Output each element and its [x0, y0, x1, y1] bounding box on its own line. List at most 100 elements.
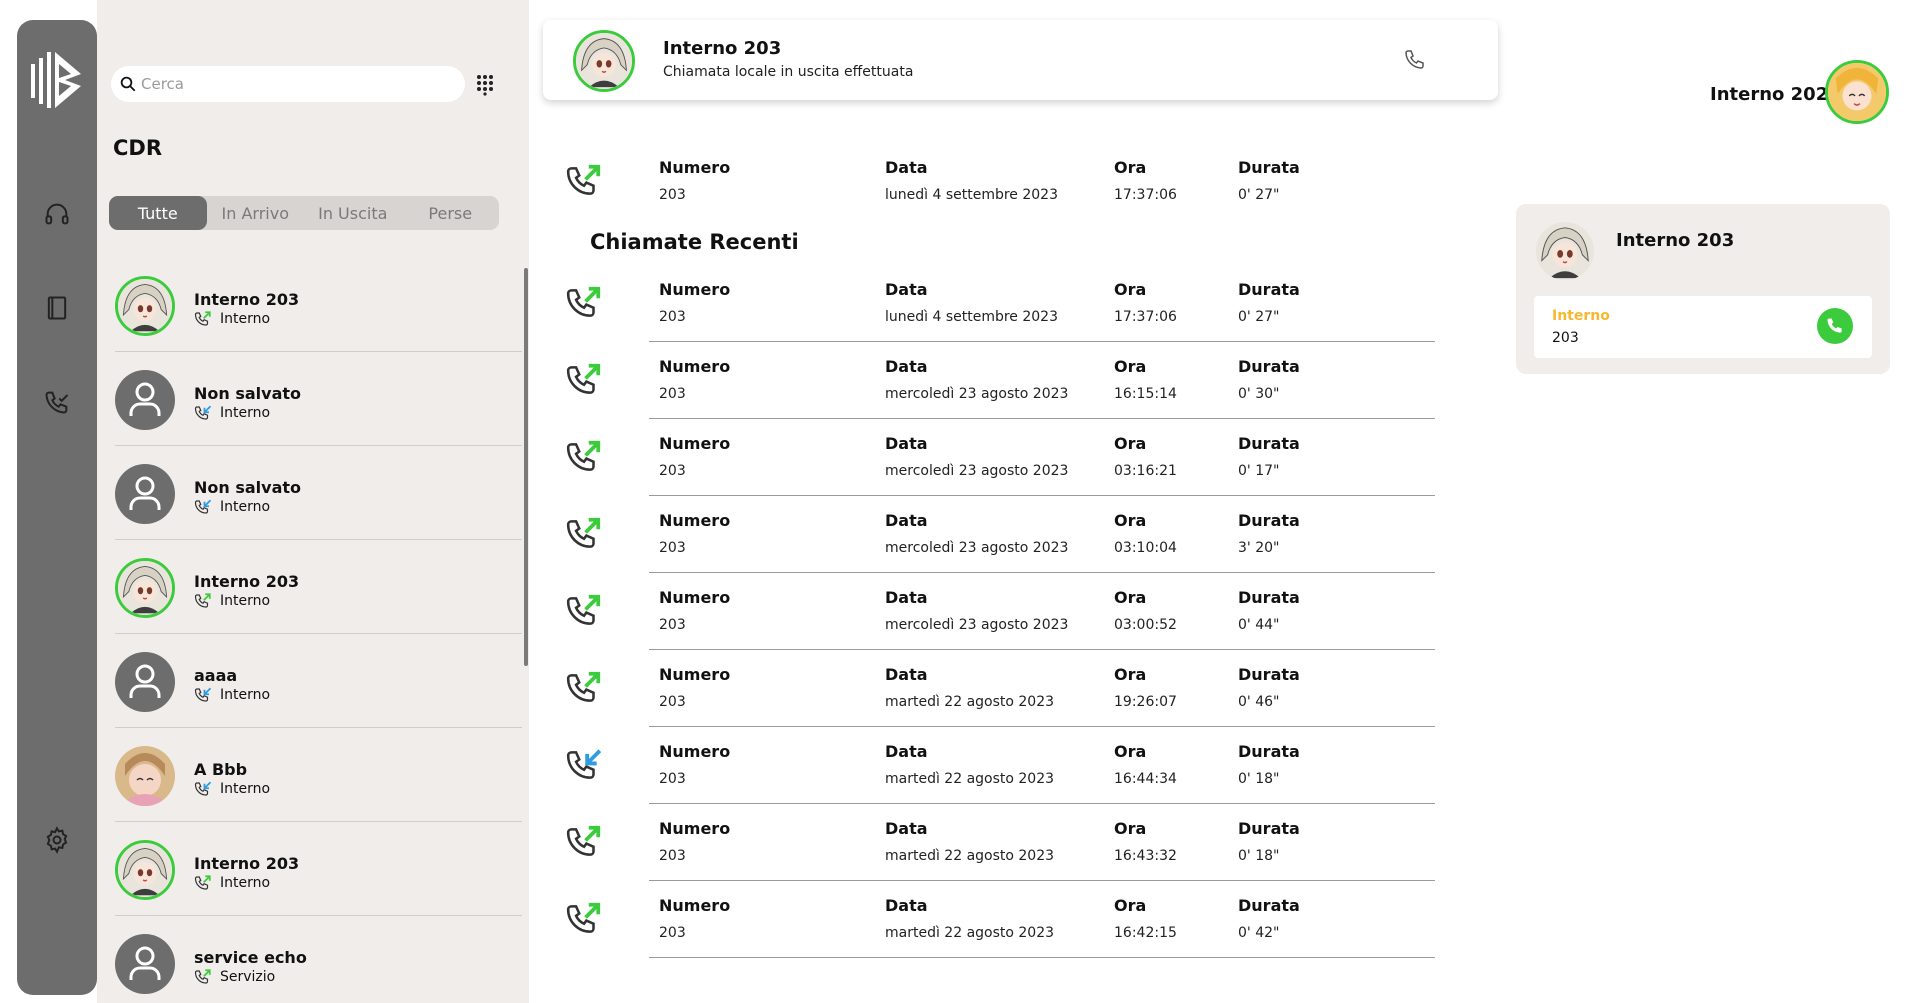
outgoing-call-icon	[566, 594, 601, 625]
headset-nav-button[interactable]	[37, 194, 77, 234]
contact-type: Interno	[220, 781, 271, 797]
numero-value: 203	[659, 187, 686, 203]
contact-type: Interno	[220, 687, 271, 703]
ora-col: Ora 16:43:32	[1114, 819, 1177, 864]
contact-name: Non salvato	[194, 478, 302, 497]
avatar	[115, 464, 175, 524]
outgoing-call-icon	[194, 969, 211, 984]
recent-call-row[interactable]: Numero 203 Data mercoledì 23 agosto 2023 Ora…	[565, 420, 1435, 496]
dialpad-icon[interactable]	[473, 72, 497, 96]
ora-col: Ora 03:00:52	[1114, 588, 1177, 633]
outgoing-call-icon	[566, 363, 601, 394]
contact-sub: Interno	[194, 874, 270, 892]
data-value: martedì 22 agosto 2023	[885, 771, 1055, 787]
contact-type: Interno	[220, 311, 271, 327]
row-divider	[649, 495, 1435, 496]
outgoing-call-icon	[194, 593, 211, 608]
data-col: Data mercoledì 23 agosto 2023	[885, 511, 1068, 556]
user-photo	[1536, 222, 1594, 280]
data-col: Data martedì 22 agosto 2023	[885, 742, 1054, 787]
durata-label: Durata	[1238, 357, 1300, 376]
incoming-call-icon	[194, 499, 212, 514]
data-label: Data	[885, 280, 928, 299]
call-direction	[565, 900, 603, 938]
numero-value: 203	[659, 617, 686, 633]
row-divider	[649, 649, 1435, 650]
contacts-nav-button[interactable]	[37, 288, 77, 328]
data-label: Data	[885, 434, 928, 453]
search-box[interactable]	[111, 66, 465, 102]
data-col: Data mercoledì 23 agosto 2023	[885, 434, 1068, 479]
avatar	[1536, 222, 1594, 280]
durata-col: Durata 0' 44"	[1238, 588, 1300, 633]
current-call-row[interactable]: Numero 203 Data lunedì 4 settembre 2023 Ora 1…	[565, 144, 1435, 220]
incoming-call-icon	[566, 749, 602, 779]
contact-sub: Interno	[194, 404, 270, 422]
contact-list-item[interactable]: Interno 203 Interno	[115, 822, 522, 916]
row-divider	[649, 572, 1435, 573]
contact-list-item[interactable]: service echo Servizio	[115, 916, 522, 1003]
user-photo	[115, 746, 175, 806]
contact-name: Interno 203	[194, 572, 300, 591]
recent-call-row[interactable]: Numero 203 Data mercoledì 23 agosto 2023 Ora…	[565, 343, 1435, 419]
tab-in-uscita[interactable]: In Uscita	[304, 196, 402, 230]
contacts-scrollbar[interactable]	[524, 268, 528, 666]
contact-list-item[interactable]: aaaa Interno	[115, 634, 522, 728]
book-icon	[47, 296, 67, 320]
ora-col: Ora 03:16:21	[1114, 434, 1177, 479]
contact-name: A Bbb	[194, 760, 248, 779]
contact-list-item[interactable]: Non salvato Interno	[115, 446, 522, 540]
data-col: Data martedì 22 agosto 2023	[885, 819, 1054, 864]
tab-tutte[interactable]: Tutte	[109, 196, 207, 230]
recent-call-row[interactable]: Numero 203 Data martedì 22 agosto 2023 Ora 16…	[565, 728, 1435, 804]
default-user-icon	[115, 464, 175, 524]
call-direction	[565, 438, 603, 476]
data-label: Data	[885, 665, 928, 684]
data-col: Data mercoledì 23 agosto 2023	[885, 588, 1068, 633]
phone-icon[interactable]	[1403, 48, 1427, 72]
ora-label: Ora	[1114, 158, 1147, 177]
numero-col: Numero 203	[659, 819, 730, 864]
row-divider	[649, 341, 1435, 342]
recent-call-row[interactable]: Numero 203 Data lunedì 4 settembre 2023 Ora 1…	[565, 266, 1435, 342]
recent-call-row[interactable]: Numero 203 Data mercoledì 23 agosto 2023 Ora…	[565, 497, 1435, 573]
call-button[interactable]	[1817, 308, 1853, 344]
numero-value: 203	[659, 309, 686, 325]
numero-label: Numero	[659, 280, 731, 299]
contact-list-item[interactable]: Interno 203 Interno	[115, 540, 522, 634]
tab-in-arrivo[interactable]: In Arrivo	[207, 196, 305, 230]
durata-col: Durata 0' 30"	[1238, 357, 1300, 402]
default-user-icon	[115, 652, 175, 712]
ora-value: 03:10:04	[1114, 540, 1177, 556]
durata-label: Durata	[1238, 511, 1300, 530]
call-direction	[565, 284, 603, 322]
durata-value: 0' 46"	[1238, 694, 1280, 710]
avatar	[115, 934, 175, 994]
call-log-nav-button[interactable]	[37, 382, 77, 422]
contact-list-item[interactable]: Interno 203 Interno	[115, 258, 522, 352]
cdr-title: CDR	[113, 136, 163, 160]
tab-perse[interactable]: Perse	[402, 196, 500, 230]
recent-calls-title: Chiamate Recenti	[590, 230, 799, 254]
ora-value: 16:42:15	[1114, 925, 1177, 941]
recent-call-row[interactable]: Numero 203 Data martedì 22 agosto 2023 Ora 16…	[565, 805, 1435, 881]
recent-call-row[interactable]: Numero 203 Data martedì 22 agosto 2023 Ora 19…	[565, 651, 1435, 727]
recent-call-row[interactable]: Numero 203 Data martedì 22 agosto 2023 Ora 16…	[565, 882, 1435, 958]
call-detail-header: Interno 203 Chiamata locale in uscita ef…	[543, 20, 1498, 100]
data-label: Data	[885, 819, 928, 838]
contact-name: service echo	[194, 948, 307, 967]
avatar[interactable]	[1825, 60, 1889, 124]
outgoing-call-icon	[566, 671, 601, 702]
recent-call-row[interactable]: Numero 203 Data mercoledì 23 agosto 2023 Ora…	[565, 574, 1435, 650]
user-photo	[118, 843, 172, 897]
search-input[interactable]	[141, 75, 441, 93]
outgoing-call-icon	[194, 311, 211, 326]
settings-nav-button[interactable]	[37, 820, 77, 860]
numero-label: Numero	[659, 896, 731, 915]
data-value: mercoledì 23 agosto 2023	[885, 617, 1069, 633]
contact-list-item[interactable]: Non salvato Interno	[115, 352, 522, 446]
outgoing-call-icon	[566, 825, 601, 856]
durata-col: Durata 0' 17"	[1238, 434, 1300, 479]
contact-type: Interno	[220, 405, 271, 421]
contact-list-item[interactable]: A Bbb Interno	[115, 728, 522, 822]
